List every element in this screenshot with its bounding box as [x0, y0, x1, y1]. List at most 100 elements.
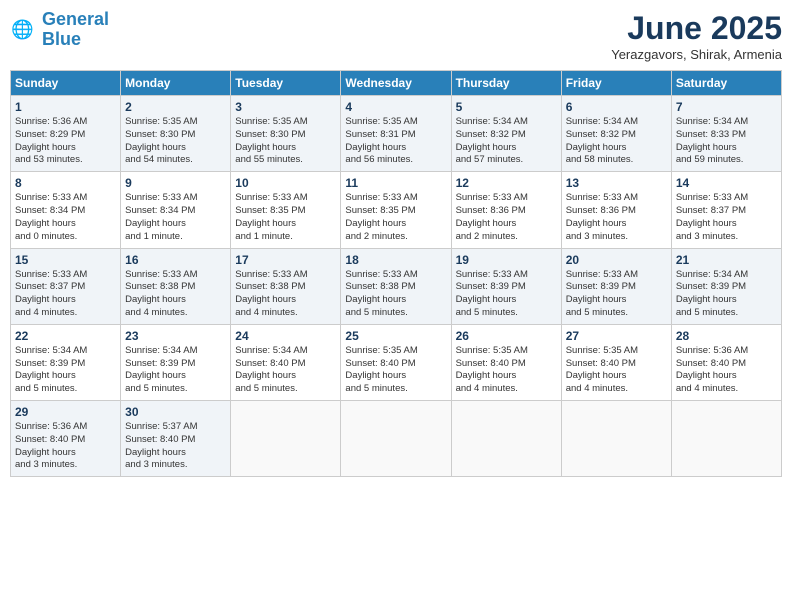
calendar-cell: 1 Sunrise: 5:36 AMSunset: 8:29 PMDaylight… — [11, 96, 121, 172]
calendar-cell: 26 Sunrise: 5:35 AMSunset: 8:40 PMDayligh… — [451, 324, 561, 400]
day-info: Sunrise: 5:33 AMSunset: 8:37 PMDaylight … — [676, 192, 777, 243]
day-number: 30 — [125, 405, 226, 419]
calendar-header-row: SundayMondayTuesdayWednesdayThursdayFrid… — [11, 71, 782, 96]
day-number: 27 — [566, 329, 667, 343]
calendar-cell: 16 Sunrise: 5:33 AMSunset: 8:38 PMDayligh… — [121, 248, 231, 324]
day-number: 22 — [15, 329, 116, 343]
calendar-cell: 18 Sunrise: 5:33 AMSunset: 8:38 PMDayligh… — [341, 248, 451, 324]
calendar-cell: 27 Sunrise: 5:35 AMSunset: 8:40 PMDayligh… — [561, 324, 671, 400]
calendar-week-1: 1 Sunrise: 5:36 AMSunset: 8:29 PMDaylight… — [11, 96, 782, 172]
calendar-week-3: 15Sunrise: 5:33 AMSunset: 8:37 PMDayligh… — [11, 248, 782, 324]
day-number: 14 — [676, 176, 777, 190]
day-info: Sunrise: 5:34 AMSunset: 8:40 PMDaylight … — [235, 345, 336, 396]
header-sunday: Sunday — [11, 71, 121, 96]
day-number: 10 — [235, 176, 336, 190]
calendar-cell: 11 Sunrise: 5:33 AMSunset: 8:35 PMDayligh… — [341, 172, 451, 248]
calendar-cell: 2 Sunrise: 5:35 AMSunset: 8:30 PMDaylight… — [121, 96, 231, 172]
calendar-cell: 19Sunrise: 5:33 AMSunset: 8:39 PMDayligh… — [451, 248, 561, 324]
day-number: 9 — [125, 176, 226, 190]
day-info: Sunrise: 5:33 AMSunset: 8:36 PMDaylight … — [566, 192, 667, 243]
calendar-cell: 30 Sunrise: 5:37 AMSunset: 8:40 PMDayligh… — [121, 401, 231, 477]
calendar-cell: 12Sunrise: 5:33 AMSunset: 8:36 PMDayligh… — [451, 172, 561, 248]
day-number: 21 — [676, 253, 777, 267]
calendar-week-2: 8 Sunrise: 5:33 AMSunset: 8:34 PMDaylight… — [11, 172, 782, 248]
day-info: Sunrise: 5:33 AMSunset: 8:39 PMDaylight … — [456, 269, 557, 320]
day-info: Sunrise: 5:35 AMSunset: 8:30 PMDaylight … — [235, 116, 336, 167]
calendar-week-4: 22 Sunrise: 5:34 AMSunset: 8:39 PMDayligh… — [11, 324, 782, 400]
title-block: June 2025 Yerazgavors, Shirak, Armenia — [611, 10, 782, 62]
calendar-cell: 14 Sunrise: 5:33 AMSunset: 8:37 PMDayligh… — [671, 172, 781, 248]
day-info: Sunrise: 5:34 AMSunset: 8:39 PMDaylight … — [125, 345, 226, 396]
day-info: Sunrise: 5:34 AMSunset: 8:32 PMDaylight … — [566, 116, 667, 167]
day-info: Sunrise: 5:33 AMSunset: 8:38 PMDaylight … — [125, 269, 226, 320]
calendar-cell: 3 Sunrise: 5:35 AMSunset: 8:30 PMDaylight… — [231, 96, 341, 172]
day-number: 5 — [456, 100, 557, 114]
day-number: 28 — [676, 329, 777, 343]
day-info: Sunrise: 5:34 AMSunset: 8:39 PMDaylight … — [676, 269, 777, 320]
day-info: Sunrise: 5:35 AMSunset: 8:31 PMDaylight … — [345, 116, 446, 167]
calendar-cell: 23Sunrise: 5:34 AMSunset: 8:39 PMDayligh… — [121, 324, 231, 400]
day-number: 8 — [15, 176, 116, 190]
logo-line1: General — [42, 9, 109, 29]
day-info: Sunrise: 5:35 AMSunset: 8:40 PMDaylight … — [566, 345, 667, 396]
calendar-cell: 13Sunrise: 5:33 AMSunset: 8:36 PMDayligh… — [561, 172, 671, 248]
day-number: 12 — [456, 176, 557, 190]
calendar-table: SundayMondayTuesdayWednesdayThursdayFrid… — [10, 70, 782, 477]
header-friday: Friday — [561, 71, 671, 96]
svg-text:🌐: 🌐 — [11, 18, 34, 39]
day-info: Sunrise: 5:34 AMSunset: 8:32 PMDaylight … — [456, 116, 557, 167]
page-header: 🌐 General Blue June 2025 Yerazgavors, Sh… — [10, 10, 782, 62]
calendar-cell: 29 Sunrise: 5:36 AMSunset: 8:40 PMDayligh… — [11, 401, 121, 477]
calendar-cell: 9 Sunrise: 5:33 AMSunset: 8:34 PMDaylight… — [121, 172, 231, 248]
calendar-cell — [671, 401, 781, 477]
day-number: 3 — [235, 100, 336, 114]
day-info: Sunrise: 5:33 AMSunset: 8:34 PMDaylight … — [125, 192, 226, 243]
day-number: 18 — [345, 253, 446, 267]
header-wednesday: Wednesday — [341, 71, 451, 96]
calendar-cell: 5 Sunrise: 5:34 AMSunset: 8:32 PMDaylight… — [451, 96, 561, 172]
logo-icon: 🌐 — [10, 16, 38, 44]
month-title: June 2025 — [611, 10, 782, 47]
calendar-cell: 7Sunrise: 5:34 AMSunset: 8:33 PMDaylight… — [671, 96, 781, 172]
logo-text: General Blue — [42, 10, 109, 50]
calendar-cell: 28 Sunrise: 5:36 AMSunset: 8:40 PMDayligh… — [671, 324, 781, 400]
day-info: Sunrise: 5:33 AMSunset: 8:38 PMDaylight … — [235, 269, 336, 320]
day-number: 20 — [566, 253, 667, 267]
day-number: 24 — [235, 329, 336, 343]
day-number: 6 — [566, 100, 667, 114]
logo-line2: Blue — [42, 29, 81, 49]
day-info: Sunrise: 5:37 AMSunset: 8:40 PMDaylight … — [125, 421, 226, 472]
header-saturday: Saturday — [671, 71, 781, 96]
day-info: Sunrise: 5:35 AMSunset: 8:40 PMDaylight … — [456, 345, 557, 396]
logo: 🌐 General Blue — [10, 10, 109, 50]
day-info: Sunrise: 5:36 AMSunset: 8:40 PMDaylight … — [676, 345, 777, 396]
day-info: Sunrise: 5:34 AMSunset: 8:33 PMDaylight … — [676, 116, 777, 167]
day-info: Sunrise: 5:33 AMSunset: 8:37 PMDaylight … — [15, 269, 116, 320]
calendar-cell: 10Sunrise: 5:33 AMSunset: 8:35 PMDayligh… — [231, 172, 341, 248]
day-number: 16 — [125, 253, 226, 267]
day-info: Sunrise: 5:34 AMSunset: 8:39 PMDaylight … — [15, 345, 116, 396]
calendar-cell: 6 Sunrise: 5:34 AMSunset: 8:32 PMDaylight… — [561, 96, 671, 172]
day-number: 11 — [345, 176, 446, 190]
day-info: Sunrise: 5:35 AMSunset: 8:30 PMDaylight … — [125, 116, 226, 167]
day-number: 26 — [456, 329, 557, 343]
day-info: Sunrise: 5:33 AMSunset: 8:34 PMDaylight … — [15, 192, 116, 243]
day-info: Sunrise: 5:36 AMSunset: 8:29 PMDaylight … — [15, 116, 116, 167]
calendar-cell: 4 Sunrise: 5:35 AMSunset: 8:31 PMDaylight… — [341, 96, 451, 172]
calendar-cell: 17Sunrise: 5:33 AMSunset: 8:38 PMDayligh… — [231, 248, 341, 324]
header-monday: Monday — [121, 71, 231, 96]
day-number: 1 — [15, 100, 116, 114]
day-info: Sunrise: 5:33 AMSunset: 8:35 PMDaylight … — [345, 192, 446, 243]
calendar-cell: 25Sunrise: 5:35 AMSunset: 8:40 PMDayligh… — [341, 324, 451, 400]
header-thursday: Thursday — [451, 71, 561, 96]
day-info: Sunrise: 5:33 AMSunset: 8:38 PMDaylight … — [345, 269, 446, 320]
day-number: 4 — [345, 100, 446, 114]
day-info: Sunrise: 5:33 AMSunset: 8:39 PMDaylight … — [566, 269, 667, 320]
day-number: 29 — [15, 405, 116, 419]
day-info: Sunrise: 5:36 AMSunset: 8:40 PMDaylight … — [15, 421, 116, 472]
calendar-cell: 24 Sunrise: 5:34 AMSunset: 8:40 PMDayligh… — [231, 324, 341, 400]
day-number: 25 — [345, 329, 446, 343]
calendar-cell: 15Sunrise: 5:33 AMSunset: 8:37 PMDayligh… — [11, 248, 121, 324]
calendar-cell — [341, 401, 451, 477]
day-number: 2 — [125, 100, 226, 114]
